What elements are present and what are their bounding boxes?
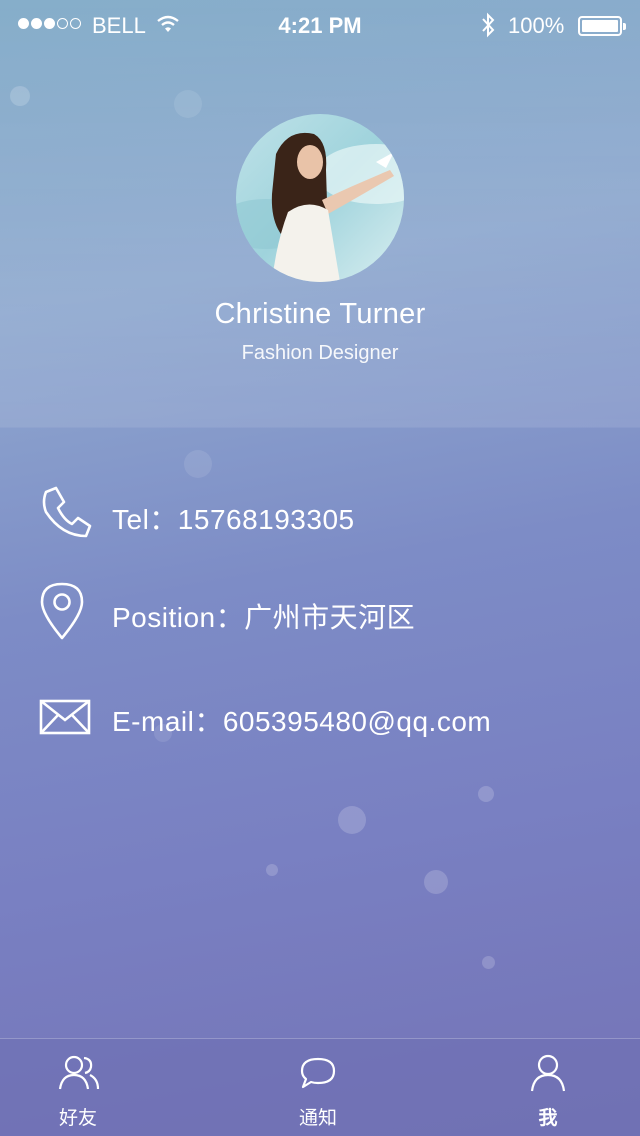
bluetooth-icon — [482, 12, 495, 38]
avatar[interactable] — [236, 114, 404, 282]
email-text: E-mail：605395480@qq.com — [112, 706, 492, 737]
avatar-photo — [236, 114, 404, 282]
contact-row-position[interactable]: Position：广州市天河区 — [0, 580, 640, 660]
profile-header: Christine Turner Fashion Designer — [0, 0, 640, 428]
phone-icon — [42, 486, 92, 538]
friends-icon — [58, 1055, 100, 1090]
tab-label: 好友 — [58, 1107, 97, 1129]
location-pin-icon — [40, 582, 84, 640]
tab-friends[interactable]: 好友 — [18, 1039, 138, 1136]
bokeh-dot — [482, 956, 495, 969]
status-bar: BELL 4:21 PM 100% — [0, 0, 640, 52]
tel-text: Tel：15768193305 — [112, 504, 355, 535]
tab-label: 我 — [538, 1107, 558, 1129]
bokeh-dot — [424, 870, 448, 894]
tab-notifications[interactable]: 通知 — [258, 1039, 378, 1136]
bokeh-dot — [184, 450, 212, 478]
position-text: Position：广州市天河区 — [112, 602, 416, 633]
contact-row-email[interactable]: E-mail：605395480@qq.com — [0, 690, 640, 770]
mail-icon — [39, 699, 91, 735]
bokeh-dot — [478, 786, 494, 802]
battery-percentage: 100% — [508, 13, 565, 38]
battery-icon — [578, 16, 626, 36]
tab-me[interactable]: 我 — [488, 1039, 608, 1136]
chat-bubble-icon — [300, 1057, 336, 1089]
user-title: Fashion Designer — [241, 342, 399, 364]
person-icon — [530, 1054, 566, 1092]
contact-row-tel[interactable]: Tel：15768193305 — [0, 476, 640, 556]
tab-label: 通知 — [298, 1107, 337, 1129]
profile-screen: Christine Turner Fashion Designer BELL 4… — [0, 0, 640, 1136]
bokeh-dot — [338, 806, 366, 834]
tab-bar: 好友 通知 我 — [0, 1038, 640, 1136]
bokeh-dot — [266, 864, 278, 876]
user-name: Christine Turner — [214, 298, 426, 330]
